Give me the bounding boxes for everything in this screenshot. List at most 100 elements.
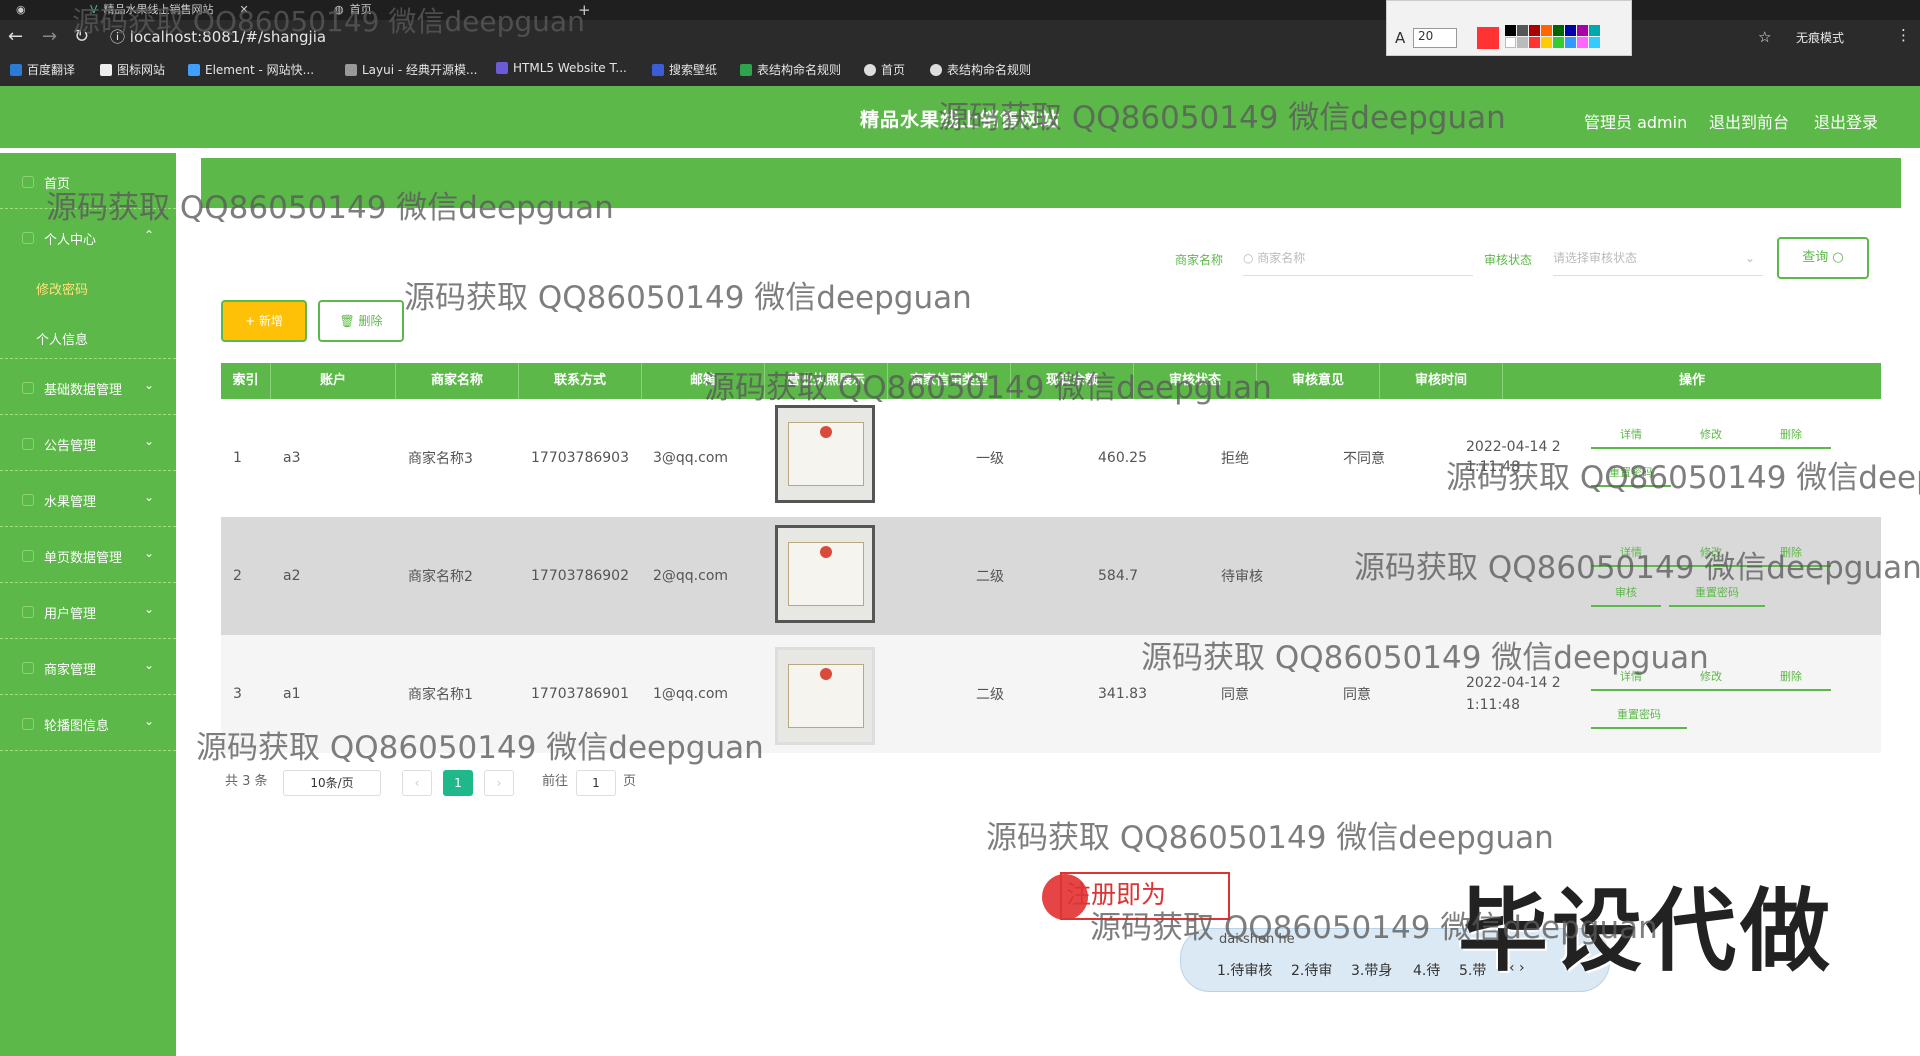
- chevron-down-icon: ⌄: [144, 546, 155, 560]
- cell-account: a3: [283, 450, 301, 466]
- cell-merchant-name: 商家名称2: [408, 569, 473, 585]
- bookmark-4[interactable]: Layui - 经典开源模...: [345, 61, 477, 78]
- detail-button[interactable]: 详情: [1591, 423, 1671, 449]
- merchant-name-input[interactable]: ○ 商家名称: [1243, 240, 1473, 276]
- sidebar-item-carousel[interactable]: 轮播图信息 ⌄: [0, 695, 176, 751]
- reset-password-button[interactable]: 重置密码: [1591, 703, 1687, 729]
- logout-link[interactable]: 退出登录: [1814, 109, 1878, 133]
- color-swatch[interactable]: [1589, 37, 1600, 48]
- font-size-select[interactable]: 20: [1413, 28, 1457, 48]
- current-color-swatch[interactable]: [1477, 27, 1499, 49]
- license-image[interactable]: [775, 405, 875, 503]
- color-swatch[interactable]: [1541, 37, 1552, 48]
- bookmark-5[interactable]: HTML5 Website T...: [496, 61, 627, 75]
- edit-button[interactable]: 修改: [1671, 423, 1751, 449]
- sidebar-item-base-data[interactable]: 基础数据管理 ⌄: [0, 359, 176, 415]
- color-swatch[interactable]: [1505, 37, 1516, 48]
- bookmark-7[interactable]: 表结构命名规则: [740, 61, 841, 78]
- watermark: 源码获取 QQ86050149 微信deepguan: [986, 820, 1554, 856]
- sidebar-item-fruit[interactable]: 水果管理 ⌄: [0, 471, 176, 527]
- delete-row-button[interactable]: 删除: [1751, 423, 1831, 449]
- color-swatch[interactable]: [1565, 37, 1576, 48]
- cell-opinion: 不同意: [1343, 451, 1385, 467]
- grid-icon: [22, 382, 34, 394]
- color-swatch[interactable]: [1577, 25, 1588, 36]
- chevron-down-icon: ⌄: [144, 602, 155, 616]
- query-button[interactable]: 查询 ○: [1777, 237, 1869, 279]
- cell-status: 待审核: [1221, 569, 1263, 585]
- user-icon: [22, 232, 34, 244]
- color-swatch[interactable]: [1553, 37, 1564, 48]
- chevron-down-icon: ⌄: [1744, 251, 1755, 265]
- image-icon: [22, 718, 34, 730]
- delete-row-button[interactable]: 删除: [1751, 665, 1831, 691]
- audit-status-select[interactable]: 请选择审核状态 ⌄: [1553, 240, 1763, 276]
- color-swatch[interactable]: [1529, 25, 1540, 36]
- ime-candidate[interactable]: 1.待审核: [1217, 960, 1272, 980]
- trash-icon: 🗑: [339, 314, 355, 328]
- text-tool-icon[interactable]: A: [1395, 29, 1405, 47]
- ime-candidate[interactable]: 3.带身: [1351, 960, 1392, 980]
- sidebar-item-personal-info[interactable]: 个人信息: [0, 309, 176, 359]
- delete-button[interactable]: 🗑 删除: [318, 300, 404, 342]
- forward-icon[interactable]: →: [42, 26, 57, 47]
- color-swatch[interactable]: [1565, 25, 1576, 36]
- chevron-down-icon: ⌄: [144, 714, 155, 728]
- color-swatch[interactable]: [1577, 37, 1588, 48]
- chevron-down-icon: ⌄: [144, 378, 155, 392]
- watermark: 源码获取 QQ86050149 微信deepguan: [1090, 910, 1658, 946]
- search-icon: ○: [1832, 250, 1844, 265]
- license-image[interactable]: [775, 525, 875, 623]
- sidebar-item-notice[interactable]: 公告管理 ⌄: [0, 415, 176, 471]
- incognito-badge: 无痕模式: [1796, 31, 1845, 45]
- page-size-select[interactable]: 10条/页: [283, 770, 381, 796]
- page-icon: [22, 550, 34, 562]
- bookmark-1[interactable]: 百度翻译: [10, 61, 75, 78]
- back-to-front-link[interactable]: 退出到前台: [1709, 109, 1789, 133]
- browser-menu-icon[interactable]: ◉: [16, 0, 26, 20]
- color-swatch[interactable]: [1553, 25, 1564, 36]
- color-swatch[interactable]: [1517, 37, 1528, 48]
- color-swatch[interactable]: [1541, 25, 1552, 36]
- bookmark-8[interactable]: 首页: [864, 61, 905, 78]
- ime-candidate[interactable]: 2.待审: [1291, 960, 1332, 980]
- star-icon[interactable]: ☆: [1758, 28, 1771, 46]
- cell-email: 2@qq.com: [653, 568, 729, 584]
- cell-account: a2: [283, 568, 301, 584]
- bookmark-2[interactable]: 图标网站: [100, 61, 165, 78]
- color-swatch[interactable]: [1505, 25, 1516, 36]
- shop-icon: [22, 662, 34, 674]
- sidebar-item-change-password[interactable]: 修改密码: [0, 259, 176, 309]
- pager-total: 共 3 条: [225, 774, 268, 789]
- col-audit-opinion: 审核意见: [1257, 363, 1380, 399]
- bookmark-9[interactable]: 表结构命名规则: [930, 61, 1031, 78]
- sidebar-item-single-page[interactable]: 单页数据管理 ⌄: [0, 527, 176, 583]
- back-icon[interactable]: ←: [8, 26, 23, 47]
- page-1-button[interactable]: 1: [443, 770, 473, 796]
- ime-candidate[interactable]: 4.待: [1413, 960, 1440, 980]
- next-page-button[interactable]: ›: [484, 770, 514, 796]
- cell-balance: 584.7: [1098, 568, 1139, 584]
- merchant-name-label: 商家名称: [1175, 253, 1224, 267]
- sidebar-item-merchant[interactable]: 商家管理 ⌄: [0, 639, 176, 695]
- color-swatch[interactable]: [1529, 37, 1540, 48]
- license-image[interactable]: [775, 647, 875, 745]
- color-swatch[interactable]: [1517, 25, 1528, 36]
- sidebar-item-user[interactable]: 用户管理 ⌄: [0, 583, 176, 639]
- color-swatch[interactable]: [1589, 25, 1600, 36]
- admin-label: 管理员 admin: [1584, 113, 1688, 132]
- kebab-menu-icon[interactable]: ⋮: [1896, 26, 1911, 44]
- watermark: 源码获取 QQ86050149 微信deepguan: [404, 280, 972, 316]
- goto-page-input[interactable]: 1: [576, 770, 616, 796]
- cell-email: 3@qq.com: [653, 450, 729, 466]
- cell-phone: 17703786902: [531, 568, 629, 584]
- bookmark-3[interactable]: Element - 网站快...: [188, 61, 314, 78]
- col-actions: 操作: [1678, 373, 1705, 388]
- add-button[interactable]: + 新增: [221, 300, 307, 342]
- cell-status: 拒绝: [1221, 451, 1249, 467]
- watermark: 源码获取 QQ86050149 微信deepguan: [46, 190, 614, 226]
- chevron-down-icon: ⌄: [144, 658, 155, 672]
- prev-page-button[interactable]: ‹: [402, 770, 432, 796]
- cell-credit: 一级: [976, 451, 1004, 467]
- bookmark-6[interactable]: 搜索壁纸: [652, 61, 717, 78]
